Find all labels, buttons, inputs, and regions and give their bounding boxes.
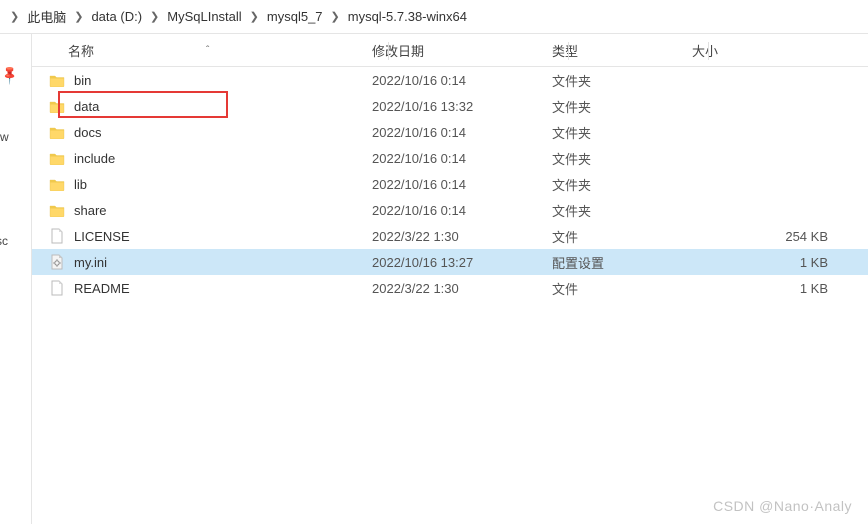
- file-name: share: [74, 203, 107, 218]
- column-divider: [568, 42, 569, 60]
- file-row[interactable]: README 2022/3/22 1:30文件1 KB: [32, 275, 868, 301]
- file-name-cell: include: [48, 149, 372, 167]
- file-row[interactable]: docs 2022/10/16 0:14文件夹: [32, 119, 868, 145]
- breadcrumb-item[interactable]: MySqLInstall: [163, 9, 245, 24]
- file-type: 文件夹: [552, 71, 692, 90]
- file-name: README: [74, 281, 130, 296]
- file-name-cell: data: [48, 97, 372, 115]
- column-label: 名称: [68, 44, 94, 59]
- file-date: 2022/10/16 0:14: [372, 151, 552, 166]
- sidebar-fragment: rsc: [0, 234, 8, 248]
- folder-icon: [48, 175, 66, 193]
- file-name-cell: share: [48, 201, 372, 219]
- file-row[interactable]: bin 2022/10/16 0:14文件夹: [32, 67, 868, 93]
- file-name-cell: lib: [48, 175, 372, 193]
- file-type: 文件夹: [552, 149, 692, 168]
- file-name: LICENSE: [74, 229, 130, 244]
- settings-file-icon: [48, 253, 66, 271]
- file-rows: bin2022/10/16 0:14文件夹data2022/10/16 13:3…: [32, 67, 868, 301]
- chevron-right-icon: ❯: [327, 10, 344, 23]
- chevron-right-icon: ❯: [6, 10, 23, 23]
- file-type: 文件: [552, 227, 692, 246]
- file-date: 2022/10/16 0:14: [372, 177, 552, 192]
- file-date: 2022/10/16 0:14: [372, 125, 552, 140]
- column-divider: [388, 42, 389, 60]
- column-header-date[interactable]: 修改日期: [372, 41, 552, 60]
- folder-icon: [48, 201, 66, 219]
- file-icon: [48, 227, 66, 245]
- file-name: docs: [74, 125, 101, 140]
- file-row[interactable]: data 2022/10/16 13:32文件夹: [32, 93, 868, 119]
- file-list-panel: 名称 ˆ 修改日期 类型 大小 bin2022/10/16 0:14文件夹dat…: [32, 34, 868, 524]
- file-date: 2022/10/16 13:27: [372, 255, 552, 270]
- folder-icon: [48, 149, 66, 167]
- file-name-cell: docs: [48, 123, 372, 141]
- folder-icon: [48, 71, 66, 89]
- nav-sidebar: 📌 )-w rsc: [0, 34, 32, 524]
- file-row[interactable]: LICENSE 2022/3/22 1:30文件254 KB: [32, 223, 868, 249]
- file-name-cell: my.ini: [48, 253, 372, 271]
- file-icon: [48, 279, 66, 297]
- file-size: 1 KB: [692, 255, 868, 270]
- column-header-name[interactable]: 名称 ˆ: [32, 41, 372, 60]
- file-size: 1 KB: [692, 281, 868, 296]
- pin-icon[interactable]: 📌: [0, 53, 32, 86]
- file-type: 文件夹: [552, 175, 692, 194]
- file-type: 文件: [552, 279, 692, 298]
- breadcrumb-item[interactable]: data (D:): [87, 9, 146, 24]
- file-name: include: [74, 151, 115, 166]
- chevron-right-icon: ❯: [146, 10, 163, 23]
- file-row[interactable]: my.ini 2022/10/16 13:27配置设置1 KB: [32, 249, 868, 275]
- column-header-type[interactable]: 类型: [552, 41, 692, 60]
- breadcrumb-item[interactable]: mysql5_7: [263, 9, 327, 24]
- file-row[interactable]: share 2022/10/16 0:14文件夹: [32, 197, 868, 223]
- file-type: 配置设置: [552, 253, 692, 272]
- column-header-size[interactable]: 大小: [692, 41, 868, 60]
- file-date: 2022/10/16 0:14: [372, 203, 552, 218]
- file-type: 文件夹: [552, 123, 692, 142]
- file-date: 2022/10/16 13:32: [372, 99, 552, 114]
- file-name-cell: bin: [48, 71, 372, 89]
- file-date: 2022/3/22 1:30: [372, 229, 552, 244]
- breadcrumb-item[interactable]: 此电脑: [23, 7, 70, 26]
- folder-icon: [48, 123, 66, 141]
- file-name-cell: README: [48, 279, 372, 297]
- folder-icon: [48, 97, 66, 115]
- sidebar-fragment: )-w: [0, 130, 9, 144]
- file-name: lib: [74, 177, 87, 192]
- sort-indicator-icon: ˆ: [206, 45, 209, 56]
- watermark: CSDN @Nano·Analy: [713, 498, 852, 514]
- chevron-right-icon: ❯: [246, 10, 263, 23]
- file-row[interactable]: lib 2022/10/16 0:14文件夹: [32, 171, 868, 197]
- column-headers: 名称 ˆ 修改日期 类型 大小: [32, 34, 868, 67]
- file-size: 254 KB: [692, 229, 868, 244]
- file-name: bin: [74, 73, 91, 88]
- column-divider: [708, 42, 709, 60]
- file-name: my.ini: [74, 255, 107, 270]
- breadcrumb-item[interactable]: mysql-5.7.38-winx64: [344, 9, 471, 24]
- file-date: 2022/10/16 0:14: [372, 73, 552, 88]
- file-name: data: [74, 99, 99, 114]
- file-row[interactable]: include 2022/10/16 0:14文件夹: [32, 145, 868, 171]
- chevron-right-icon: ❯: [70, 10, 87, 23]
- file-date: 2022/3/22 1:30: [372, 281, 552, 296]
- file-type: 文件夹: [552, 201, 692, 220]
- breadcrumb: ❯ 此电脑 ❯ data (D:) ❯ MySqLInstall ❯ mysql…: [0, 0, 868, 34]
- file-type: 文件夹: [552, 97, 692, 116]
- file-name-cell: LICENSE: [48, 227, 372, 245]
